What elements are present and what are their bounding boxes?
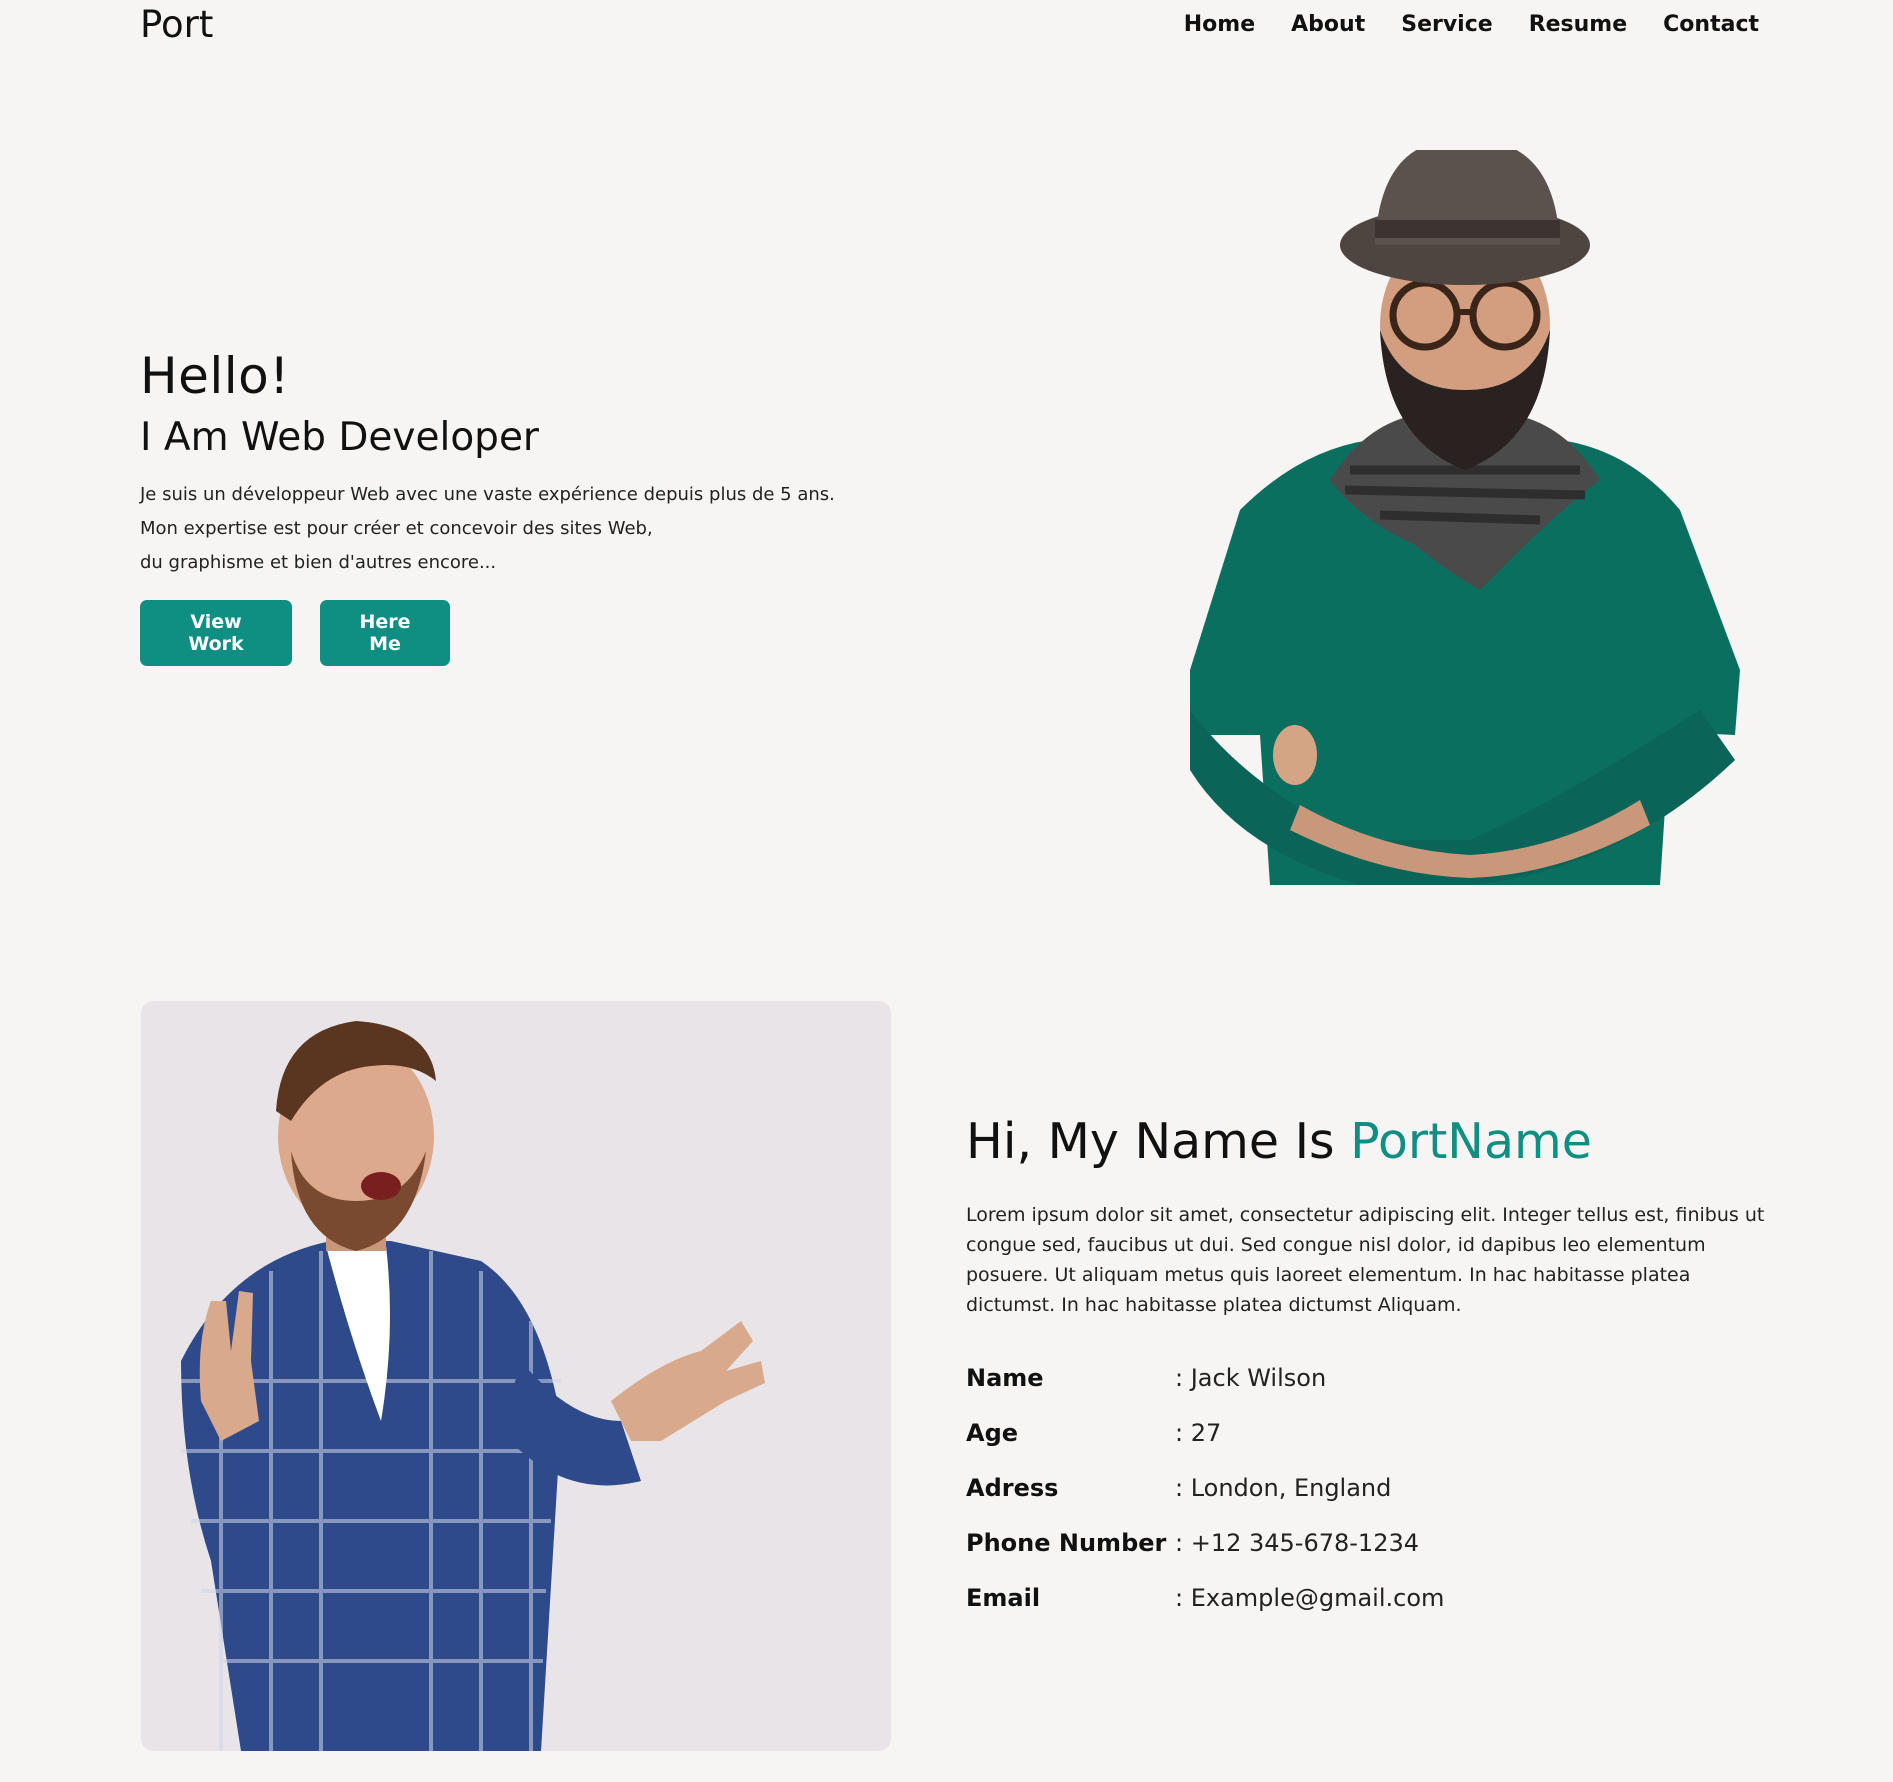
hero-description-line: du graphisme et bien d'autres encore...	[140, 552, 497, 573]
info-row-age: Age : 27	[966, 1405, 1766, 1460]
hero-buttons: View Work Here Me	[140, 600, 900, 666]
about-description: Lorem ipsum dolor sit amet, consectetur …	[966, 1204, 1765, 1316]
info-row-address: Adress : London, England	[966, 1460, 1766, 1515]
info-label: Email	[966, 1583, 1041, 1612]
about-portrait-image	[181, 1021, 765, 1751]
hero-subtitle: I Am Web Developer	[140, 415, 539, 460]
info-value: : +12 345-678-1234	[1175, 1528, 1420, 1557]
nav-home-link[interactable]: Home	[1184, 10, 1255, 40]
hero-description-line: Mon expertise est pour créer et concevoi…	[140, 518, 653, 539]
hero-description: Je suis un développeur Web avec une vast…	[140, 478, 900, 580]
info-value: : 27	[1175, 1418, 1222, 1447]
hero-portrait-image	[1180, 139, 1750, 885]
hero-section: Hello! I Am Web Developer Je suis un dév…	[140, 340, 900, 666]
about-section: Hi, My Name Is PortName Lorem ipsum dolo…	[966, 1110, 1766, 1625]
about-title-name: PortName	[1350, 1113, 1592, 1170]
info-label: Phone Number	[966, 1528, 1167, 1557]
personal-info-list: Name : Jack Wilson Age : 27 Adress : Lon…	[966, 1350, 1766, 1625]
info-label: Name	[966, 1363, 1044, 1392]
info-label: Age	[966, 1418, 1019, 1447]
nav-service-link[interactable]: Service	[1401, 10, 1492, 40]
about-photo-card	[141, 1001, 891, 1751]
here-me-button[interactable]: Here Me	[320, 600, 450, 666]
info-row-phone: Phone Number : +12 345-678-1234	[966, 1515, 1766, 1570]
hero-description-line: Je suis un développeur Web avec une vast…	[140, 484, 835, 505]
about-title-prefix: Hi, My Name Is	[966, 1113, 1351, 1170]
about-title: Hi, My Name Is PortName	[966, 1110, 1766, 1174]
info-value: : Example@gmail.com	[1175, 1583, 1445, 1612]
nav-resume-link[interactable]: Resume	[1529, 10, 1627, 40]
site-header: Port Home About Service Resume Contact	[0, 0, 1893, 52]
info-row-email: Email : Example@gmail.com	[966, 1570, 1766, 1625]
nav-about-link[interactable]: About	[1291, 10, 1365, 40]
info-row-name: Name : Jack Wilson	[966, 1350, 1766, 1405]
view-work-button[interactable]: View Work	[140, 600, 292, 666]
main-nav: Home About Service Resume Contact	[1184, 10, 1759, 40]
hero-greeting: Hello!	[140, 347, 290, 405]
nav-contact-link[interactable]: Contact	[1663, 10, 1759, 40]
info-value: : Jack Wilson	[1175, 1363, 1327, 1392]
info-value: : London, England	[1175, 1473, 1392, 1502]
info-label: Adress	[966, 1473, 1059, 1502]
brand-logo[interactable]: Port	[140, 2, 213, 48]
